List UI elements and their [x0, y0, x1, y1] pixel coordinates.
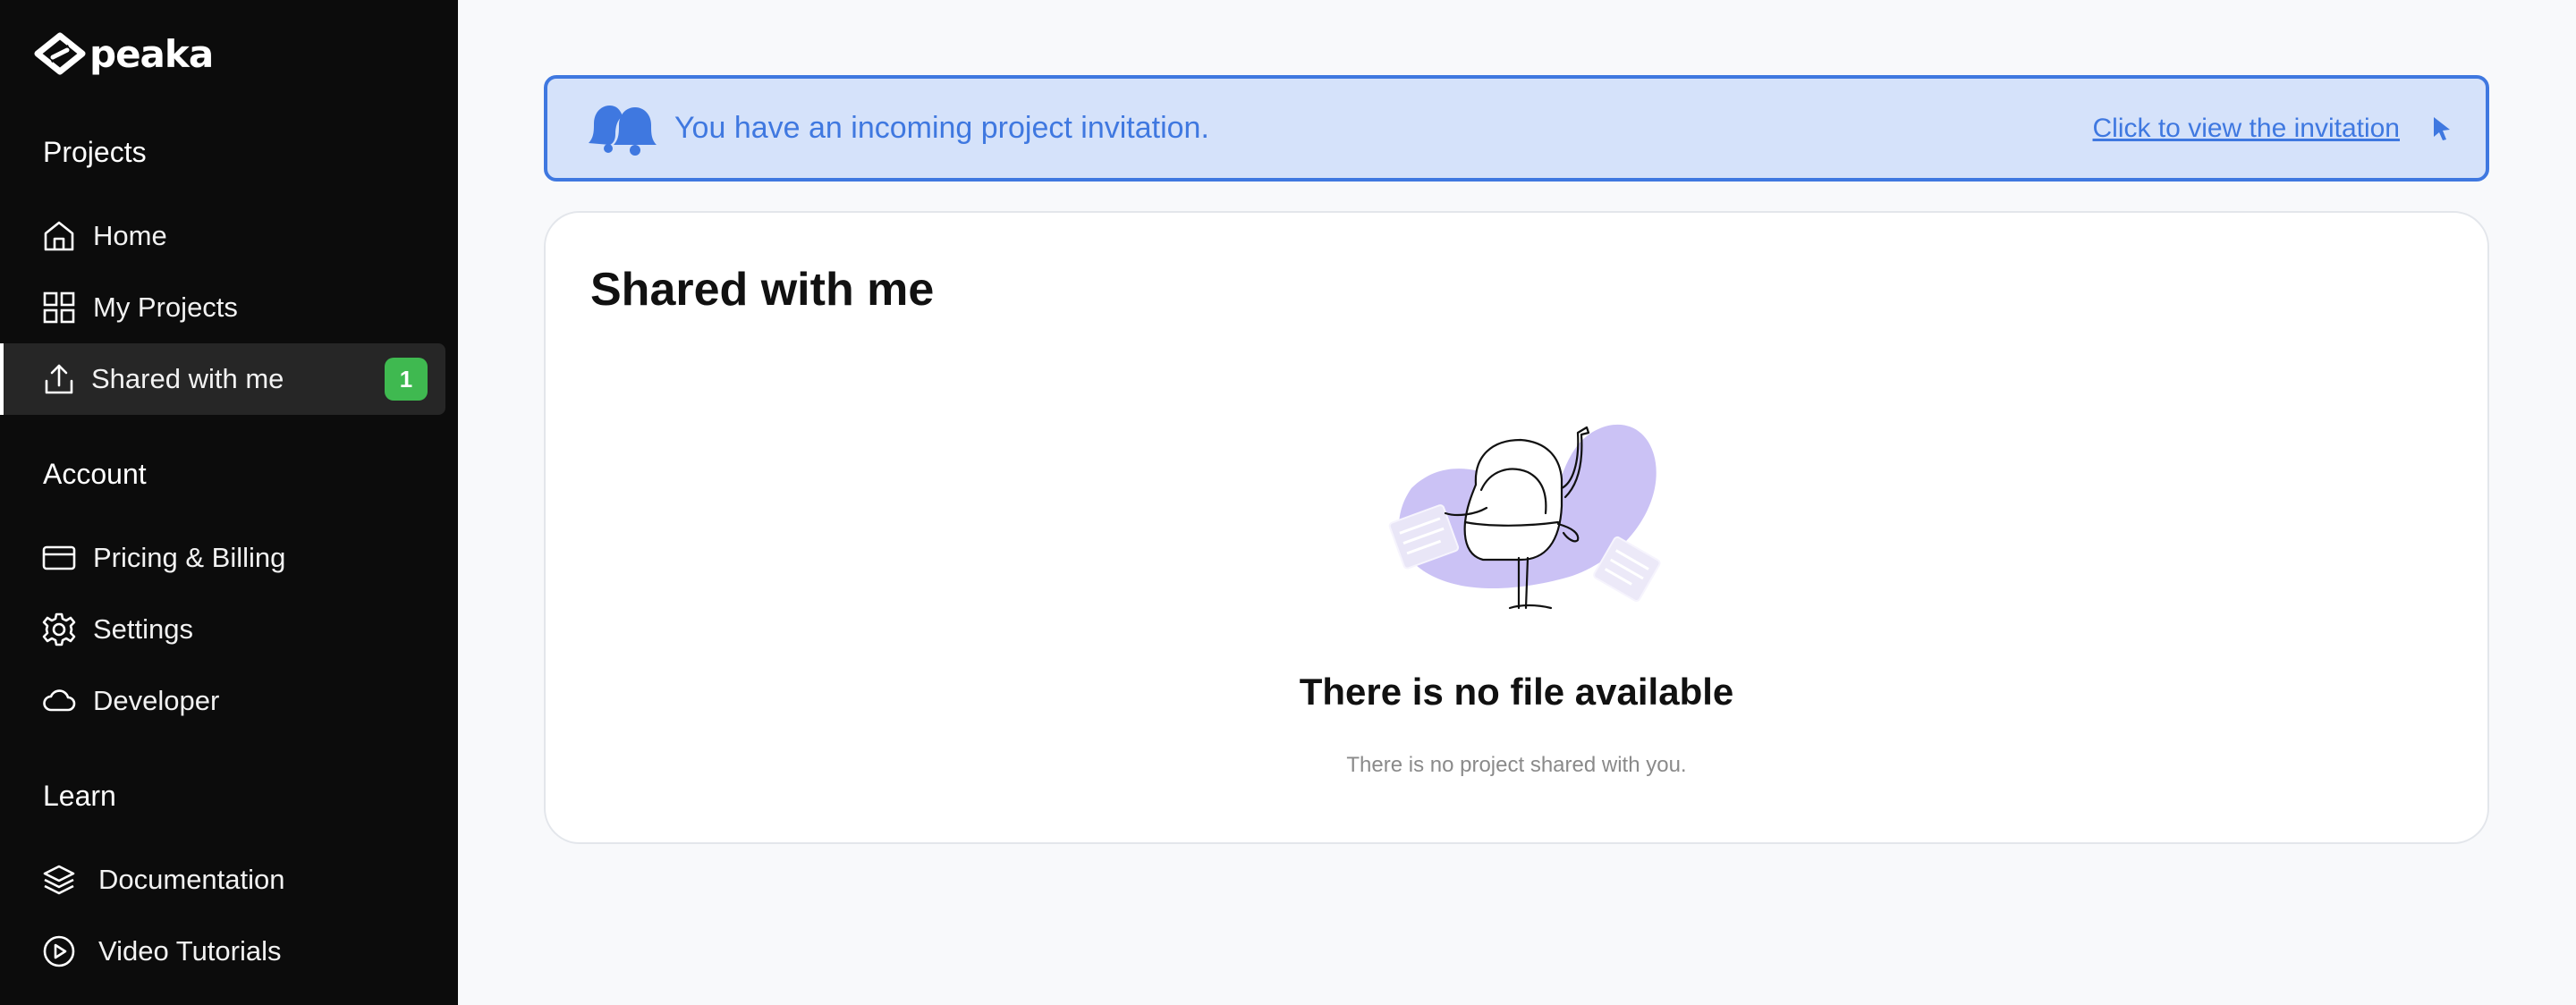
empty-state-title: There is no file available	[1299, 671, 1734, 713]
sidebar-item-label: Shared with me	[91, 363, 284, 394]
bell-icon	[589, 105, 657, 156]
sidebar-item-label: Video Tutorials	[98, 935, 282, 967]
mailbox-illustration	[1388, 424, 1661, 610]
sidebar-item-label: Developer	[93, 685, 220, 716]
credit-card-icon	[41, 540, 77, 576]
layers-icon	[41, 862, 77, 898]
gear-icon	[41, 612, 77, 647]
empty-state-subtitle: There is no project shared with you.	[1346, 753, 1687, 777]
sidebar-item-label: Home	[93, 220, 167, 251]
sidebar-item-video-tutorials[interactable]: Video Tutorials	[0, 916, 445, 987]
banner-message: You have an incoming project invitation.	[674, 111, 1209, 145]
share-icon	[41, 361, 77, 397]
brand-name: peaka	[89, 31, 214, 76]
play-circle-icon	[41, 933, 77, 969]
sidebar-item-label: Documentation	[98, 864, 285, 895]
sidebar-item-label: Settings	[93, 613, 194, 645]
sidebar-item-label: Pricing & Billing	[93, 542, 286, 573]
invitation-banner: You have an incoming project invitation.…	[544, 75, 2489, 182]
shared-count-badge: 1	[385, 358, 428, 401]
grid-icon	[41, 290, 77, 325]
sidebar-item-my-projects[interactable]: My Projects	[0, 272, 445, 343]
brand-logo[interactable]: peaka	[34, 31, 214, 76]
section-title-account: Account	[43, 458, 147, 490]
sidebar-item-home[interactable]: Home	[0, 200, 445, 272]
sidebar-item-label: My Projects	[93, 291, 238, 323]
sidebar-item-pricing-billing[interactable]: Pricing & Billing	[0, 522, 445, 594]
sidebar: peaka Projects Home My Projects Shared w…	[0, 0, 458, 1005]
peaka-logo-icon	[34, 32, 86, 75]
section-title-projects: Projects	[43, 136, 147, 168]
view-invitation-link[interactable]: Click to view the invitation	[2093, 114, 2400, 144]
cursor-icon	[2434, 116, 2450, 140]
cloud-icon	[41, 683, 77, 719]
shared-with-me-card: Shared with me There is no file availabl…	[544, 211, 2489, 844]
sidebar-item-developer[interactable]: Developer	[0, 665, 445, 737]
sidebar-item-shared-with-me[interactable]: Shared with me 1	[0, 343, 445, 415]
sidebar-item-settings[interactable]: Settings	[0, 594, 445, 665]
page-title: Shared with me	[590, 264, 935, 316]
section-title-learn: Learn	[43, 780, 116, 812]
sidebar-item-documentation[interactable]: Documentation	[0, 844, 445, 916]
home-icon	[41, 218, 77, 254]
